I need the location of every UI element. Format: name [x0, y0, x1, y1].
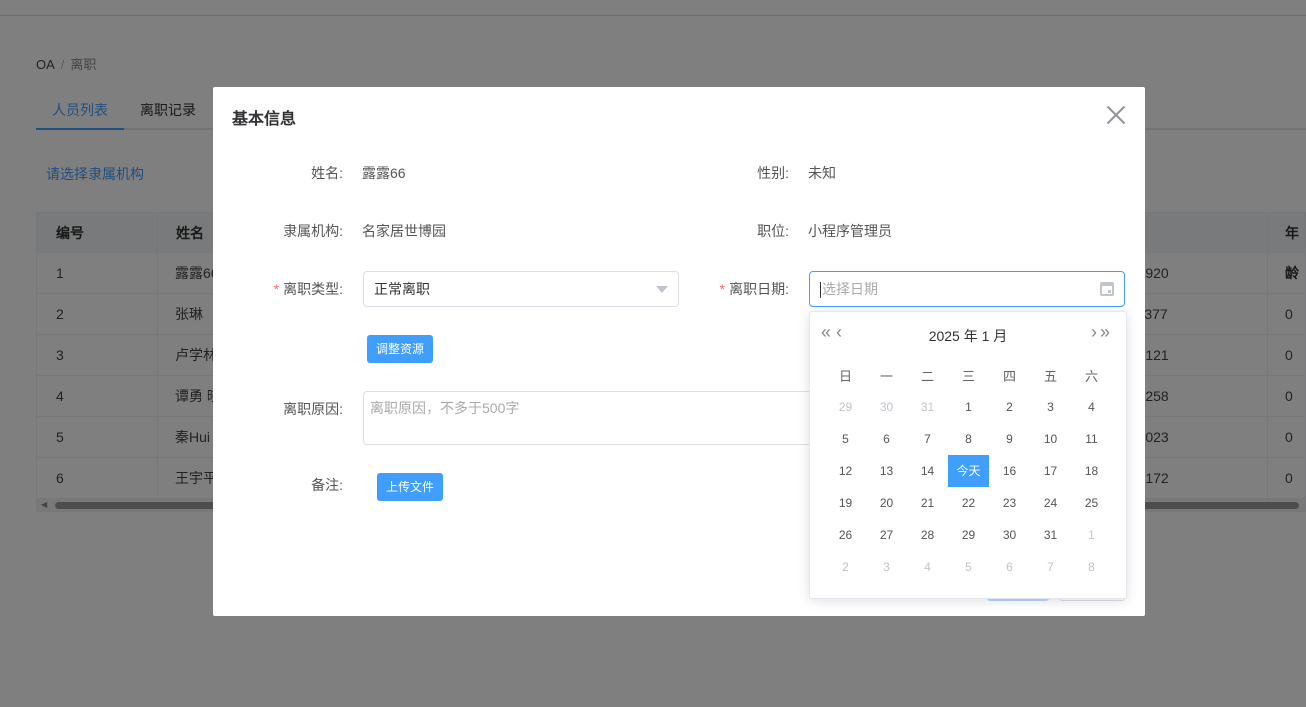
- position-value: 小程序管理员: [808, 223, 892, 239]
- day-cell[interactable]: 18: [1071, 455, 1112, 487]
- day-cell-other-month[interactable]: 4: [907, 551, 948, 583]
- day-cell[interactable]: 16: [989, 455, 1030, 487]
- leave-type-value: 正常离职: [374, 281, 430, 297]
- org-value: 名家居世博园: [362, 223, 446, 239]
- weekday-label: 六: [1084, 369, 1098, 384]
- day-cell[interactable]: 31: [1030, 519, 1071, 551]
- day-cell[interactable]: 14: [907, 455, 948, 487]
- date-picker-panel: « ‹ 2025 年 1 月 › » 日一二三四五六 29 30 31 1 2 3 4 5 6 7…: [809, 311, 1127, 599]
- day-cell-other-month[interactable]: 5: [948, 551, 989, 583]
- upload-file-button[interactable]: 上传文件: [377, 473, 444, 501]
- day-cell[interactable]: 26: [825, 519, 866, 551]
- leave-date-label: * 离职日期:: [659, 279, 789, 299]
- day-cell-other-month[interactable]: 31: [907, 391, 948, 423]
- day-cell[interactable]: 7: [907, 423, 948, 455]
- day-cell[interactable]: 19: [825, 487, 866, 519]
- weekday-label: 五: [1043, 369, 1057, 384]
- next-month-icon[interactable]: ›: [1091, 322, 1097, 343]
- reason-textarea[interactable]: 离职原因，不多于500字: [363, 391, 823, 445]
- day-cell[interactable]: 8: [948, 423, 989, 455]
- day-cell[interactable]: 17: [1030, 455, 1071, 487]
- day-cell[interactable]: 3: [1030, 391, 1071, 423]
- text-cursor: [820, 282, 821, 299]
- weekday-header: 日一二三四五六: [825, 366, 1113, 386]
- day-cell-other-month[interactable]: 3: [866, 551, 907, 583]
- leave-type-label-text: 离职类型:: [283, 281, 343, 297]
- name-label: 姓名:: [311, 165, 343, 181]
- day-cell[interactable]: 1: [948, 391, 989, 423]
- day-cell[interactable]: 22: [948, 487, 989, 519]
- day-cell-other-month[interactable]: 2: [825, 551, 866, 583]
- day-cell-other-month[interactable]: 30: [866, 391, 907, 423]
- day-cell[interactable]: 28: [907, 519, 948, 551]
- leave-date-placeholder: 选择日期: [822, 281, 878, 297]
- gender-label: 性别:: [757, 165, 789, 181]
- leave-date-input[interactable]: 选择日期: [809, 271, 1125, 307]
- org-label: 隶属机构:: [283, 223, 343, 239]
- day-cell-other-month[interactable]: 29: [825, 391, 866, 423]
- day-cell[interactable]: 20: [866, 487, 907, 519]
- day-cell[interactable]: 30: [989, 519, 1030, 551]
- day-cell[interactable]: 12: [825, 455, 866, 487]
- day-cell-other-month[interactable]: 7: [1030, 551, 1071, 583]
- next-year-icon[interactable]: »: [1100, 322, 1110, 343]
- name-value: 露露66: [362, 165, 406, 181]
- required-mark: *: [273, 281, 280, 297]
- leave-date-label-text: 离职日期:: [729, 281, 789, 297]
- reason-label: 离职原因:: [283, 401, 343, 417]
- day-cell[interactable]: 9: [989, 423, 1030, 455]
- day-cell[interactable]: 10: [1030, 423, 1071, 455]
- position-label: 职位:: [757, 223, 789, 239]
- day-cell[interactable]: 5: [825, 423, 866, 455]
- day-cell[interactable]: 6: [866, 423, 907, 455]
- day-cell[interactable]: 4: [1071, 391, 1112, 423]
- dialog-title: 基本信息: [232, 111, 297, 128]
- day-cell[interactable]: 25: [1071, 487, 1112, 519]
- weekday-label: 四: [1002, 369, 1016, 384]
- close-icon[interactable]: [1105, 104, 1127, 126]
- day-cell[interactable]: 2: [989, 391, 1030, 423]
- date-picker-title: 2025 年 1 月: [928, 328, 1008, 344]
- date-picker-header: « ‹ 2025 年 1 月 › »: [810, 322, 1126, 350]
- day-cell-other-month[interactable]: 8: [1071, 551, 1112, 583]
- weekday-label: 二: [920, 369, 934, 384]
- day-cell[interactable]: 21: [907, 487, 948, 519]
- day-cell[interactable]: 27: [866, 519, 907, 551]
- weekday-label: 日: [838, 369, 852, 384]
- required-mark: *: [719, 281, 726, 297]
- weekday-label: 一: [879, 369, 893, 384]
- weekday-label: 三: [961, 369, 975, 384]
- day-cell-other-month[interactable]: 6: [989, 551, 1030, 583]
- day-cell[interactable]: 23: [989, 487, 1030, 519]
- day-cell[interactable]: 13: [866, 455, 907, 487]
- today-cell[interactable]: 今天: [948, 455, 989, 487]
- day-cell[interactable]: 29: [948, 519, 989, 551]
- remark-label: 备注:: [311, 477, 343, 493]
- day-cell-other-month[interactable]: 1: [1071, 519, 1112, 551]
- day-cell[interactable]: 24: [1030, 487, 1071, 519]
- calendar-icon[interactable]: [1100, 282, 1114, 296]
- day-cell[interactable]: 11: [1071, 423, 1112, 455]
- leave-type-select[interactable]: 正常离职: [363, 271, 679, 307]
- gender-value: 未知: [808, 165, 836, 181]
- leave-type-label: * 离职类型:: [213, 279, 343, 299]
- adjust-resources-button[interactable]: 调整资源: [367, 335, 434, 363]
